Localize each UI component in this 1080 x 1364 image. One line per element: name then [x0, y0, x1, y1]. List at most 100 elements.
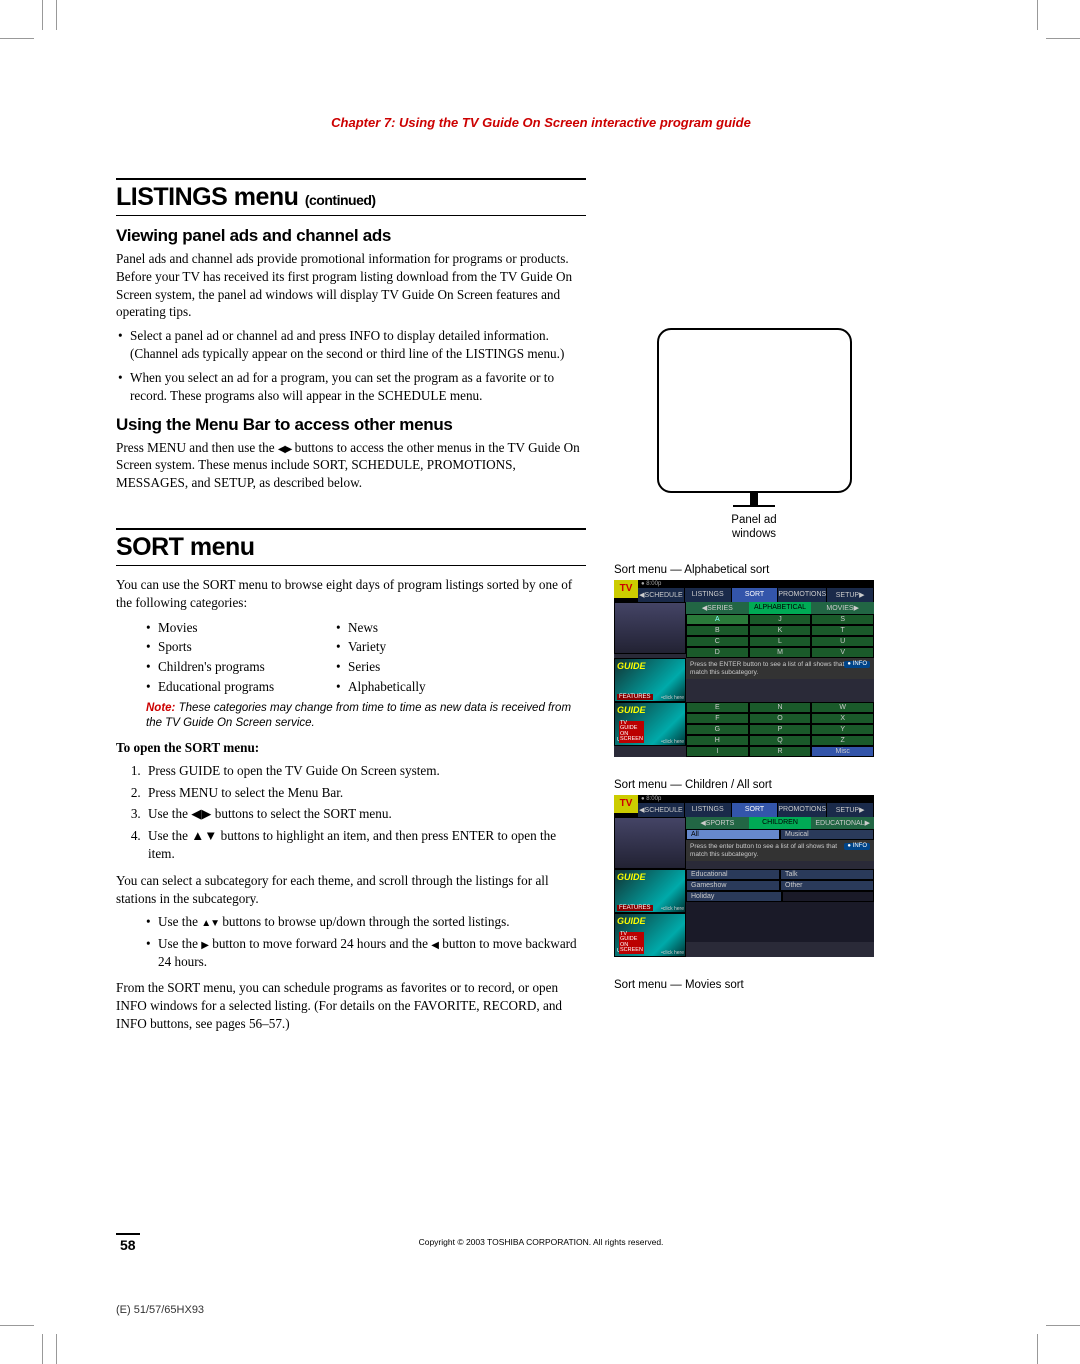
info-msg: Press the ENTER button to see a list of …: [690, 661, 844, 676]
note-text: These categories may change from time to…: [146, 702, 571, 729]
subtab: EDUCATIONAL▶: [811, 817, 874, 829]
main-text-column: LISTINGS menu (continued) Viewing panel …: [116, 178, 586, 1038]
cell: D: [686, 647, 749, 658]
time-label: 8:00p: [646, 581, 661, 587]
cell: J: [749, 614, 812, 625]
cell: [782, 891, 874, 902]
category-list: Movies Sports Children's programs Educat…: [146, 618, 586, 697]
tab: SETUP▶: [827, 588, 874, 602]
open-sort-heading: To open the SORT menu:: [116, 739, 586, 757]
chapter-header: Chapter 7: Using the TV Guide On Screen …: [116, 115, 966, 130]
cell: Educational: [686, 869, 780, 880]
features-badge: FEATURES: [617, 905, 653, 911]
info-text: ● INFOPress the enter button to see a li…: [686, 840, 874, 862]
menu-tabs: ◀SCHEDULE LISTINGS SORT PROMOTIONS SETUP…: [638, 588, 874, 602]
cell: N: [749, 702, 812, 713]
para-panel-ads: Panel ads and channel ads provide promot…: [116, 250, 586, 321]
guide-word: GUIDE: [617, 916, 646, 926]
alpha-grid-bottom: ENW FOX GPY HQZ IRMisc: [686, 702, 874, 757]
cell: Holiday: [686, 891, 782, 902]
side-ad-panel: GUIDE USINGTV GUIDE ON SCREEN •click her…: [614, 913, 686, 957]
cell: Y: [811, 724, 874, 735]
subtab: ◀SERIES: [686, 602, 749, 614]
tab: PROMOTIONS: [778, 803, 827, 817]
document-code: (E) 51/57/65HX93: [116, 1304, 204, 1316]
tab: LISTINGS: [685, 803, 732, 817]
text-fragment: button to move forward 24 hours and the: [209, 936, 431, 951]
tab: SETUP▶: [827, 803, 874, 817]
cell: K: [749, 625, 812, 636]
cell: Misc: [811, 746, 874, 757]
bullet-item: Select a panel ad or channel ad and pres…: [116, 327, 586, 363]
cell-selected: All: [686, 829, 780, 840]
title-text: LISTINGS menu: [116, 183, 305, 211]
subhead-menu-bar: Using the Menu Bar to access other menus: [116, 415, 586, 435]
click-here: •click here: [661, 739, 684, 745]
shot2-label: Sort menu — Children / All sort: [614, 779, 894, 791]
tvguide-badge: TV GUIDE ON SCREEN: [619, 721, 644, 743]
tv-screen-outline-icon: [657, 328, 852, 493]
alpha-grid-top: ◀SERIES ALPHABETICAL MOVIES▶ AJS BKT CLU…: [686, 602, 874, 658]
list-item: Variety: [336, 637, 526, 657]
side-ad-panel: GUIDE FEATURES •click here: [614, 869, 686, 913]
list-item: Series: [336, 657, 526, 677]
shot1-label: Sort menu — Alphabetical sort: [614, 564, 894, 576]
click-here: •click here: [661, 950, 684, 956]
para-sort-end: From the SORT menu, you can schedule pro…: [116, 979, 586, 1032]
tab-selected: SORT: [732, 803, 779, 817]
cell: T: [811, 625, 874, 636]
cell: V: [811, 647, 874, 658]
cell: H: [686, 735, 749, 746]
listings-section-title: LISTINGS menu (continued): [116, 178, 586, 216]
tab: PROMOTIONS: [778, 588, 827, 602]
info-badge: ● INFO: [844, 843, 870, 850]
tab: ◀SCHEDULE: [638, 803, 685, 817]
info-badge: ● INFO: [844, 661, 870, 668]
subcat-bullets: Use the buttons to browse up/down throug…: [146, 913, 586, 970]
subtab-selected: ALPHABETICAL: [749, 602, 812, 614]
bullet-item: When you select an ad for a program, you…: [116, 369, 586, 405]
cell: Gameshow: [686, 880, 780, 891]
list-item: News: [336, 618, 526, 638]
cell: G: [686, 724, 749, 735]
sort-section-title: SORT menu: [116, 528, 586, 566]
menu-tabs: ◀SCHEDULE LISTINGS SORT PROMOTIONS SETUP…: [638, 803, 874, 817]
text-fragment: Press MENU and then use the: [116, 440, 278, 455]
cell: Other: [780, 880, 874, 891]
guide-word: GUIDE: [617, 872, 646, 882]
cell: X: [811, 713, 874, 724]
para-subcategory: You can select a subcategory for each th…: [116, 872, 586, 908]
list-item: Sports: [146, 637, 336, 657]
using-label: USINGTV GUIDE ON SCREEN: [617, 949, 634, 955]
cell: Talk: [780, 869, 874, 880]
left-arrow-icon: [431, 936, 439, 951]
tv-outline-figure: Panel ad windows: [614, 328, 894, 542]
list-item: Children's programs: [146, 657, 336, 677]
cell: A: [686, 614, 749, 625]
click-here: •click here: [661, 906, 684, 912]
alphabetical-sort-screenshot: TV ● 8:00p ◀SCHEDULE LISTINGS SORT PROMO…: [614, 580, 874, 757]
cell: F: [686, 713, 749, 724]
cell: Z: [811, 735, 874, 746]
cell: I: [686, 746, 749, 757]
video-preview: [614, 817, 686, 869]
cell: Q: [749, 735, 812, 746]
panel-ad-caption: Panel ad windows: [614, 513, 894, 542]
figure-column: Panel ad windows Sort menu — Alphabetica…: [614, 178, 894, 1038]
tvguide-badge: TV GUIDE ON SCREEN: [619, 932, 644, 954]
subtab: ◀SPORTS: [686, 817, 749, 829]
bullet-item: Use the buttons to browse up/down throug…: [146, 913, 586, 931]
click-here: •click here: [661, 695, 684, 701]
text-fragment: Use the: [158, 936, 201, 951]
note: Note: These categories may change from t…: [146, 701, 586, 731]
cell: P: [749, 724, 812, 735]
text-fragment: buttons to browse up/down through the so…: [219, 914, 509, 929]
cell: M: [749, 647, 812, 658]
step-item: Use the ◀▶ buttons to select the SORT me…: [144, 805, 586, 823]
cell: C: [686, 636, 749, 647]
para-sort-intro: You can use the SORT menu to browse eigh…: [116, 576, 586, 612]
cell: O: [749, 713, 812, 724]
cell: L: [749, 636, 812, 647]
features-badge: FEATURES: [617, 694, 653, 700]
tab: LISTINGS: [685, 588, 732, 602]
